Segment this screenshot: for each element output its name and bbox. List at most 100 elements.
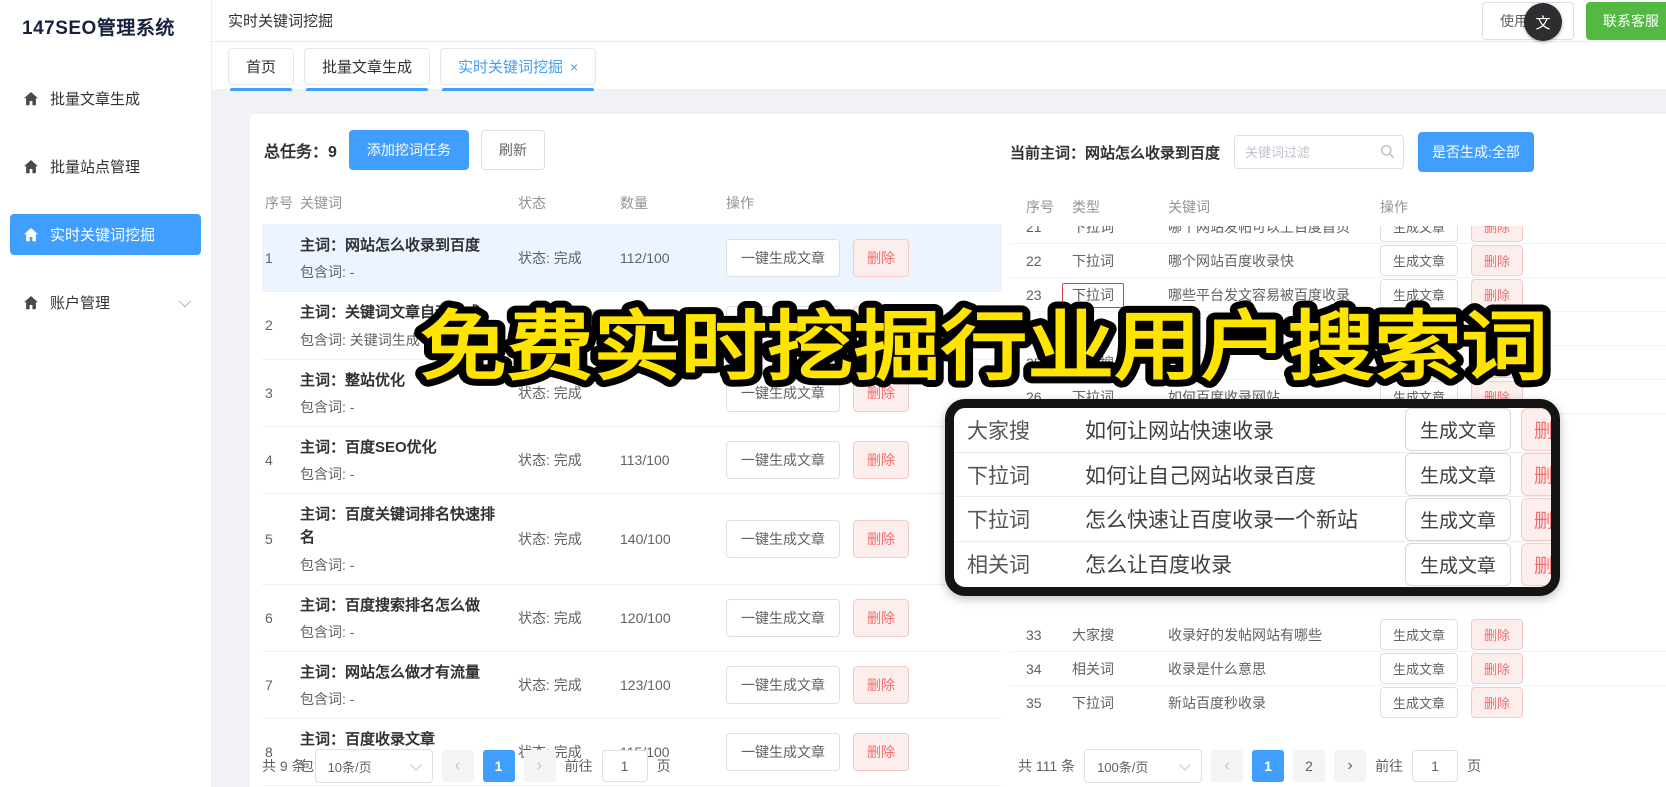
delete-button[interactable]: 删除 xyxy=(853,306,909,345)
task-table-header: 序号 关键词 状态 数量 操作 xyxy=(262,182,1002,225)
delete-button[interactable]: 删除 xyxy=(1471,619,1524,650)
tab-label: 实时关键词挖掘 xyxy=(458,59,564,76)
generate-article-button[interactable]: 生成文章 xyxy=(1404,408,1511,452)
add-task-button[interactable]: 添加挖词任务 xyxy=(348,130,469,170)
generate-article-button[interactable]: 一键生成文章 xyxy=(726,440,840,479)
generate-article-button[interactable]: 生成文章 xyxy=(1380,279,1459,310)
delete-button[interactable]: 删除 xyxy=(1520,453,1551,497)
generate-article-button[interactable]: 一键生成文章 xyxy=(726,665,840,704)
magnified-keyword-row[interactable]: 相关词 怎么让百度收录 生成文章删除 xyxy=(954,542,1551,587)
close-icon[interactable]: × xyxy=(570,59,578,75)
generate-article-button[interactable]: 生成文章 xyxy=(1380,347,1459,378)
generate-article-button[interactable]: 生成文章 xyxy=(1380,653,1459,684)
delete-button[interactable]: 删除 xyxy=(1471,687,1524,718)
goto-page-input[interactable] xyxy=(601,750,648,782)
generate-article-button[interactable]: 一键生成文章 xyxy=(726,733,840,772)
chevron-down-icon xyxy=(1179,759,1191,771)
sidebar-item-2[interactable]: 批量站点管理 xyxy=(10,146,201,187)
delete-button[interactable]: 删除 xyxy=(853,519,909,558)
generate-article-button[interactable]: 生成文章 xyxy=(1380,619,1459,650)
delete-button[interactable]: 删除 xyxy=(1520,497,1551,541)
page-size-value: 10条/页 xyxy=(327,759,372,775)
page-size-select[interactable]: 100条/页 xyxy=(1084,749,1203,783)
type-label: 相关词 xyxy=(1072,660,1114,677)
delete-button[interactable]: 删除 xyxy=(1471,347,1524,378)
col-no: 序号 xyxy=(265,195,293,211)
task-row[interactable]: 2 主词：关键词文章自动生成 包含词: 关键词生成 状态: 完成 100/100 一键生成… xyxy=(262,292,1002,360)
delete-button[interactable]: 删除 xyxy=(1471,226,1524,242)
page-number[interactable]: 1 xyxy=(1252,750,1285,782)
keyword-row[interactable]: 35 下拉词 新站百度秒收录 生成文章 删除 xyxy=(1010,686,1666,718)
prev-page-button[interactable]: ‹ xyxy=(1211,750,1244,782)
generate-article-button[interactable]: 生成文章 xyxy=(1380,245,1459,276)
generate-article-button[interactable]: 一键生成文章 xyxy=(726,306,840,345)
sidebar-item-1[interactable]: 批量文章生成 xyxy=(10,78,201,119)
keyword-row[interactable]: 33 大家搜 收录好的发帖网站有哪些 生成文章 删除 xyxy=(1010,618,1666,652)
generate-article-button[interactable]: 生成文章 xyxy=(1380,226,1459,242)
task-row[interactable]: 1 主词：网站怎么收录到百度 包含词: - 状态: 完成 112/100 一键生成文章 删除 xyxy=(262,225,1002,293)
tab-2[interactable]: 批量文章生成 xyxy=(304,48,431,92)
delete-button[interactable]: 删除 xyxy=(853,239,909,278)
generate-article-button[interactable]: 生成文章 xyxy=(1404,497,1511,541)
keyword-row[interactable]: 24 下拉词 生成文章 删除 xyxy=(1010,312,1666,346)
task-row[interactable]: 7 主词：网站怎么做才有流量 包含词: - 状态: 完成 123/100 一键生成文章 删除 xyxy=(262,652,1002,719)
tab-3[interactable]: 实时关键词挖掘 × xyxy=(440,48,597,92)
tab-label: 首页 xyxy=(246,59,277,76)
task-row[interactable]: 5 主词：百度关键词排名快速排名 包含词: - 状态: 完成 140/100 一键生成文章… xyxy=(262,494,1002,585)
sidebar-item-4[interactable]: 账户管理 xyxy=(10,282,201,323)
delete-button[interactable]: 删除 xyxy=(853,373,909,412)
generate-article-button[interactable]: 一键生成文章 xyxy=(726,239,840,278)
magnified-keyword-row[interactable]: 大家搜 如何让网站快速收录 生成文章删除 xyxy=(954,408,1551,453)
keyword-row[interactable]: 23 下拉词 哪些平台发文容易被百度收录 生成文章 删除 xyxy=(1010,278,1666,312)
refresh-button[interactable]: 刷新 xyxy=(480,130,545,170)
delete-button[interactable]: 删除 xyxy=(1471,653,1524,684)
task-main-keyword: 主词：网站怎么做才有流量 xyxy=(300,663,481,681)
generate-all-button[interactable]: 是否生成:全部 xyxy=(1418,132,1534,172)
keyword-type: 相关词 xyxy=(1072,659,1168,679)
generate-article-button[interactable]: 一键生成文章 xyxy=(726,373,840,412)
magnified-keyword-row[interactable]: 下拉词 如何让自己网站收录百度 生成文章删除 xyxy=(954,453,1551,498)
col-ops: 操作 xyxy=(726,195,754,211)
generate-article-button[interactable]: 生成文章 xyxy=(1404,453,1511,497)
contact-button[interactable]: 联系客服 xyxy=(1586,1,1666,40)
keyword-row[interactable]: 34 相关词 收录是什么意思 生成文章 删除 xyxy=(1010,652,1666,686)
prev-page-button[interactable]: ‹ xyxy=(441,750,474,782)
keyword-filter-input[interactable] xyxy=(1234,135,1405,169)
keyword-row[interactable]: 21 下拉词 哪个网站发帖可以上百度首页 生成文章 删除 xyxy=(1010,226,1666,244)
tab-1[interactable]: 首页 xyxy=(228,48,295,92)
delete-button[interactable]: 删除 xyxy=(853,440,909,479)
generate-article-button[interactable]: 一键生成文章 xyxy=(726,519,840,558)
delete-button[interactable]: 删除 xyxy=(1520,408,1551,452)
floating-widget-icon[interactable]: 文 xyxy=(1524,3,1562,41)
keyword-type: 下拉词 xyxy=(1072,319,1168,339)
delete-button[interactable]: 删除 xyxy=(1520,542,1551,586)
sidebar-item-label: 批量文章生成 xyxy=(50,91,141,108)
delete-button[interactable]: 删除 xyxy=(853,598,909,637)
delete-button[interactable]: 删除 xyxy=(1471,313,1524,344)
generate-article-button[interactable]: 生成文章 xyxy=(1380,313,1459,344)
task-include-words: 包含词: - xyxy=(300,623,355,640)
delete-button[interactable]: 删除 xyxy=(853,665,909,704)
type-label: 下拉词 xyxy=(1072,252,1114,269)
page-number[interactable]: 2 xyxy=(1293,750,1326,782)
task-row[interactable]: 4 主词：百度SEO优化 包含词: - 状态: 完成 113/100 一键生成文章 删除 xyxy=(262,427,1002,494)
delete-button[interactable]: 删除 xyxy=(1471,279,1524,310)
delete-button[interactable]: 删除 xyxy=(1471,245,1524,276)
sidebar-item-3[interactable]: 实时关键词挖掘 xyxy=(10,214,201,255)
goto-page-input[interactable] xyxy=(1412,750,1459,782)
generate-article-button[interactable]: 生成文章 xyxy=(1380,687,1459,718)
keyword-table-header: 序号 类型 关键词 操作 xyxy=(1010,188,1666,226)
generate-article-button[interactable]: 生成文章 xyxy=(1404,542,1511,586)
keyword-row[interactable]: 25 大家搜 生成文章 删除 xyxy=(1010,346,1666,380)
keyword-row[interactable]: 22 下拉词 哪个网站百度收录快 生成文章 删除 xyxy=(1010,244,1666,278)
page-size-select[interactable]: 10条/页 xyxy=(314,749,433,783)
next-page-button[interactable]: › xyxy=(523,750,556,782)
task-include-words: 包含词: 关键词生成 xyxy=(300,331,420,348)
magnified-keyword-row[interactable]: 下拉词 怎么快速让百度收录一个新站 生成文章删除 xyxy=(954,497,1551,543)
generate-article-button[interactable]: 一键生成文章 xyxy=(726,598,840,637)
task-row[interactable]: 3 主词：整站优化 包含词: - 状态: 完成 一键生成文章 删除 xyxy=(262,360,1002,427)
next-page-button[interactable]: › xyxy=(1334,750,1367,782)
delete-button[interactable]: 删除 xyxy=(853,733,909,772)
page-number[interactable]: 1 xyxy=(482,750,515,782)
task-row[interactable]: 6 主词：百度搜索排名怎么做 包含词: - 状态: 完成 120/100 一键生成文章 删除 xyxy=(262,585,1002,652)
